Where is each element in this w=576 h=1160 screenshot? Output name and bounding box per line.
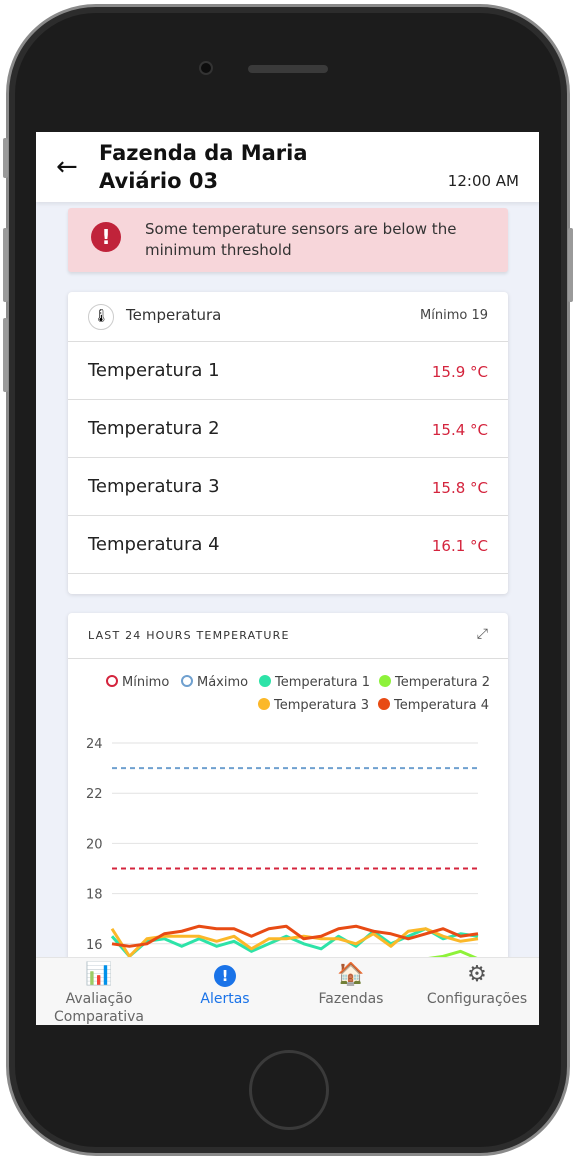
sensor-row[interactable]: Temperatura 1 15.9 °C xyxy=(68,342,508,400)
sensor-name: Temperatura 1 xyxy=(88,360,220,381)
speaker xyxy=(248,65,328,73)
thermometer-icon: 🌡 xyxy=(88,304,114,330)
nav-label: Fazendas xyxy=(318,991,384,1007)
alert-icon: ! xyxy=(162,962,288,988)
nav-item[interactable]: 🏠 Fazendas xyxy=(288,958,414,1025)
sensor-value: 16.1 °C xyxy=(431,537,488,555)
temperature-chart: 16 18 20 22 24 xyxy=(86,737,479,971)
sensor-value: 15.9 °C xyxy=(431,363,488,381)
y-tick-label: 16 xyxy=(86,938,103,953)
nav-item[interactable]: ⚙ Configurações xyxy=(414,958,539,1025)
sensor-value: 15.8 °C xyxy=(431,479,488,497)
volume-up-button xyxy=(3,228,8,302)
exclamation-icon: ! xyxy=(91,222,121,252)
power-button xyxy=(568,228,573,302)
nav-item[interactable]: 📊 Avaliação Comparativa xyxy=(36,958,162,1025)
back-arrow-icon[interactable]: ← xyxy=(56,152,78,182)
gear-icon: ⚙ xyxy=(467,962,487,987)
page-title: Fazenda da Maria Aviário 03 xyxy=(99,139,308,195)
nav-label: Configurações xyxy=(426,991,528,1007)
home-button[interactable] xyxy=(249,1050,329,1130)
minimum-threshold: Mínimo 19 xyxy=(420,308,488,323)
nav-item[interactable]: ! Alertas xyxy=(162,958,288,1025)
aviary-name: Aviário 03 xyxy=(99,169,219,193)
card-title: Temperatura xyxy=(126,306,222,324)
app-screen: ← Fazenda da Maria Aviário 03 12:00 AM !… xyxy=(36,132,539,1025)
sensor-row[interactable]: Temperatura 3 15.8 °C xyxy=(68,458,508,516)
sensor-name: Temperatura 4 xyxy=(88,534,220,555)
y-tick-label: 24 xyxy=(86,737,103,752)
report-icon: 📊 xyxy=(85,962,113,987)
sensor-row[interactable]: Temperatura 2 15.4 °C xyxy=(68,400,508,458)
y-tick-label: 22 xyxy=(86,787,103,802)
nav-label: Alertas xyxy=(200,991,250,1007)
farm-name: Fazenda da Maria xyxy=(99,141,308,165)
farm-icon: 🏠 xyxy=(337,962,365,987)
mute-switch xyxy=(3,138,8,178)
alert-banner: ! Some temperature sensors are below the… xyxy=(68,208,508,272)
camera xyxy=(199,61,213,75)
volume-down-button xyxy=(3,318,8,392)
sensor-value: 15.4 °C xyxy=(431,421,488,439)
alert-message: Some temperature sensors are below the m… xyxy=(145,220,457,259)
y-tick-label: 20 xyxy=(86,837,103,852)
nav-label: Avaliação Comparativa xyxy=(53,991,145,1025)
sensor-name: Temperatura 3 xyxy=(88,476,220,497)
sensor-row[interactable]: Temperatura 4 16.1 °C xyxy=(68,516,508,574)
header: ← Fazenda da Maria Aviário 03 12:00 AM xyxy=(36,132,539,202)
y-tick-label: 18 xyxy=(86,888,103,903)
bottom-nav: 📊 Avaliação Comparativa! Alertas 🏠 Fazendas ⚙… xyxy=(36,957,539,1025)
sensor-name: Temperatura 2 xyxy=(88,418,220,439)
sensor-card: 🌡 Temperatura Mínimo 19 Temperatura 1 15.… xyxy=(68,292,508,594)
time: 12:00 AM xyxy=(447,172,519,190)
